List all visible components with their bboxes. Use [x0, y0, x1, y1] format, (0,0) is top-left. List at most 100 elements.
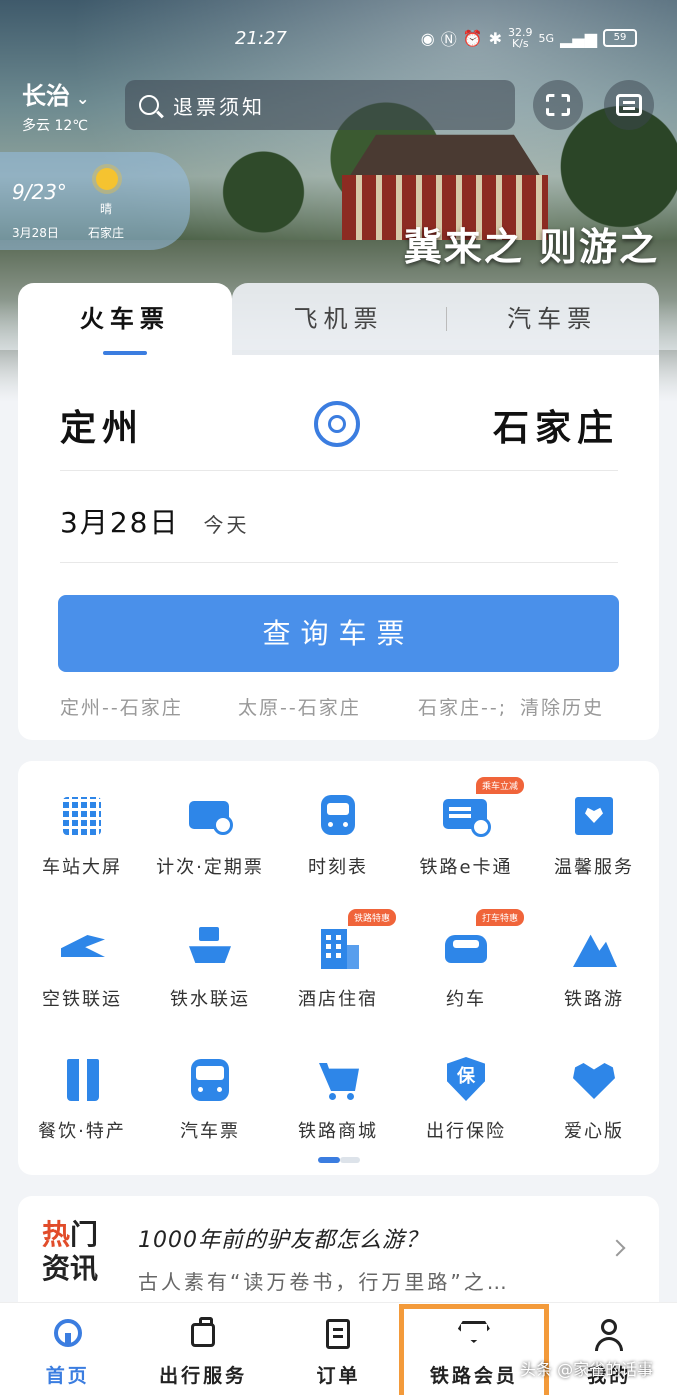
service-rail-travel[interactable]: 铁路游: [530, 919, 658, 1013]
message-icon: [616, 94, 642, 116]
search-placeholder: 退票须知: [173, 94, 265, 119]
service-label: 铁路游: [564, 989, 624, 1010]
pavilion-roof: [348, 134, 542, 178]
page-dot: [340, 1157, 360, 1163]
mountain-icon: [571, 925, 617, 971]
nav-profile[interactable]: 我的: [542, 1303, 677, 1395]
news-tag-line1: 热门: [42, 1218, 99, 1251]
service-bus-ticket[interactable]: 汽车票: [146, 1051, 274, 1145]
signal-icon: ▂▄▆: [560, 28, 597, 48]
tab-train-label: 火车票: [79, 305, 170, 333]
travel-date: 3月28日: [60, 506, 180, 539]
news-card[interactable]: 热门 资讯 1000年前的驴友都怎么游？ 古人素有“读万卷书，行万里路”之…: [18, 1196, 659, 1306]
swap-stations-button[interactable]: [314, 401, 360, 447]
date-note: 今天: [203, 513, 250, 537]
news-desc: 古人素有“读万卷书，行万里路”之…: [138, 1270, 510, 1294]
from-station[interactable]: 定州: [60, 399, 144, 451]
service-ecard[interactable]: 乘车立减 铁路e卡通: [402, 777, 530, 881]
service-sea-rail[interactable]: 铁水联运: [146, 919, 274, 1013]
home-icon: [52, 1317, 84, 1349]
service-label: 约车: [446, 989, 486, 1010]
service-station-screen[interactable]: 车站大屏: [18, 787, 146, 881]
eye-icon: ◉: [420, 28, 435, 48]
service-insurance[interactable]: 保 出行保险: [402, 1051, 530, 1145]
service-label: 爱心版: [564, 1121, 624, 1142]
service-care-mode[interactable]: 爱心版: [530, 1051, 658, 1145]
nav-travel-service[interactable]: 出行服务: [135, 1303, 270, 1395]
promo-badge: 乘车立减: [476, 777, 525, 794]
service-label: 出行保险: [426, 1121, 506, 1142]
service-car[interactable]: 打车特惠 约车: [402, 909, 530, 1013]
service-warm[interactable]: 温馨服务: [530, 787, 658, 881]
city-label: 长治: [22, 82, 70, 110]
bluetooth-icon: ✱: [488, 28, 503, 48]
date-selector[interactable]: 3月28日 今天: [60, 501, 249, 541]
network-speed: 32.9 K/s: [508, 27, 533, 49]
heart-icon: [571, 1057, 617, 1103]
service-label: 铁路商城: [298, 1121, 378, 1142]
car-icon: [443, 925, 489, 971]
watermark: 头条 @家雀的话事: [520, 1360, 654, 1379]
ship-train-icon: [187, 925, 233, 971]
nav-home[interactable]: 首页: [0, 1303, 135, 1395]
order-icon: [322, 1317, 354, 1349]
service-label: 时刻表: [308, 857, 368, 878]
query-tickets-button[interactable]: 查询车票: [58, 595, 619, 672]
promo-badge: 打车特惠: [476, 909, 525, 926]
news-tag: 热门 资讯: [42, 1218, 112, 1286]
nav-orders[interactable]: 订单: [271, 1303, 406, 1395]
tab-bus[interactable]: 汽车票: [445, 283, 660, 355]
status-icons: ◉ Ⓝ ⏰ ✱ 32.9 K/s 5G ▂▄▆ 59: [421, 26, 637, 50]
weather-condition: 晴: [100, 202, 113, 216]
service-label: 空铁联运: [42, 989, 122, 1010]
insurance-glyph: 保: [447, 1057, 485, 1101]
weather-summary: 多云 12℃: [22, 118, 88, 134]
cart-icon: [315, 1057, 361, 1103]
service-label: 车站大屏: [42, 857, 122, 878]
hotel-icon: [315, 925, 361, 971]
battery-icon: 59: [603, 29, 637, 47]
service-food[interactable]: 餐饮·特产: [18, 1051, 146, 1145]
history-item[interactable]: 定州--石家庄: [60, 693, 238, 720]
service-label: 温馨服务: [554, 857, 634, 878]
to-station[interactable]: 石家庄: [493, 399, 619, 451]
bus-icon: [187, 1057, 233, 1103]
train-icon: [315, 793, 361, 839]
service-timetable[interactable]: 时刻表: [274, 787, 402, 881]
highlight-annotation: [399, 1304, 549, 1395]
news-title[interactable]: 1000年前的驴友都怎么游？: [138, 1222, 428, 1254]
chevron-right-icon[interactable]: [608, 1239, 626, 1257]
service-mall[interactable]: 铁路商城: [274, 1051, 402, 1145]
weather-place: 石家庄: [88, 226, 125, 240]
ecard-icon: [443, 793, 491, 839]
city-name[interactable]: 长治 ⌄: [22, 76, 89, 111]
service-ticket-card[interactable]: 计次·定期票: [146, 787, 274, 881]
weather-card[interactable]: 9/23° 晴 3月28日 石家庄: [0, 152, 190, 250]
service-label: 铁路e卡通: [419, 857, 513, 878]
ticket-tabs: 火车票 飞机票 汽车票: [18, 283, 660, 355]
search-bar[interactable]: 退票须知: [125, 80, 515, 130]
scan-icon: [546, 94, 570, 116]
search-history: 定州--石家庄 太原--石家庄 石家庄--; 清除历史: [60, 693, 630, 720]
history-item[interactable]: 石家庄--;: [418, 693, 518, 720]
tab-train[interactable]: 火车票: [18, 283, 232, 355]
location-selector[interactable]: 长治 ⌄ 多云 12℃: [22, 76, 89, 135]
station-screen-icon: [59, 793, 105, 839]
service-label: 铁水联运: [170, 989, 250, 1010]
history-item[interactable]: 太原--石家庄: [238, 693, 418, 720]
service-hotel[interactable]: 铁路特惠 酒店住宿: [274, 909, 402, 1013]
ticket-panel: 火车票 飞机票 汽车票 定州 石家庄 3月28日 今天 查询车票 定州--石家庄…: [18, 283, 660, 740]
tab-flight[interactable]: 飞机票: [231, 283, 446, 355]
divider: [60, 470, 618, 471]
service-label: 计次·定期票: [156, 857, 264, 878]
divider: [60, 562, 618, 563]
alarm-icon: ⏰: [462, 28, 483, 48]
nfc-icon: Ⓝ: [440, 30, 457, 49]
scan-button[interactable]: [533, 80, 583, 130]
page-dot-active: [318, 1157, 340, 1163]
service-air-rail[interactable]: 空铁联运: [18, 919, 146, 1013]
clear-history-button[interactable]: 清除历史: [520, 693, 604, 720]
message-button[interactable]: [604, 80, 654, 130]
luggage-icon: [187, 1317, 219, 1349]
status-bar: 21:27 ◉ Ⓝ ⏰ ✱ 32.9 K/s 5G ▂▄▆ 59: [0, 24, 677, 60]
